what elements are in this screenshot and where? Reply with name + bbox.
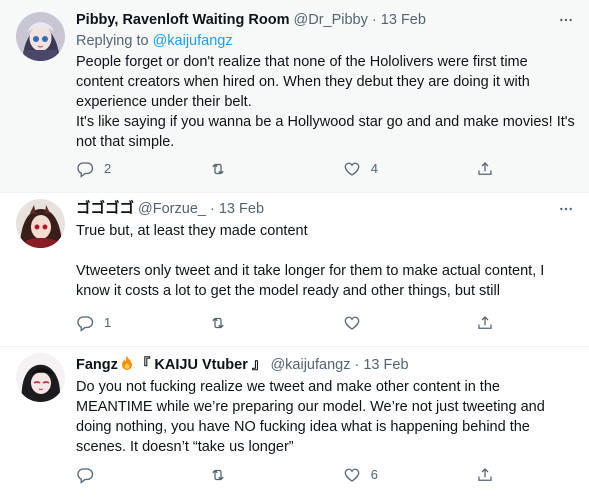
separator-dot: ·: [209, 201, 215, 217]
reply-icon: [77, 468, 94, 484]
tweet-date[interactable]: 13 Feb: [381, 12, 426, 28]
reply-icon: [77, 316, 94, 332]
reply-button[interactable]: 1: [76, 313, 209, 333]
like-button[interactable]: 4: [343, 159, 476, 179]
reply-icon: [77, 162, 94, 178]
tweet[interactable]: Pibby, Ravenloft Waiting Room @Dr_Pibby …: [0, 0, 589, 193]
like-button[interactable]: 6: [343, 465, 476, 485]
replying-to: Replying to @kaijufangz: [76, 31, 579, 51]
tweet-text: Do you not fucking realize we tweet and …: [76, 379, 545, 455]
user-handle[interactable]: @Forzue_: [138, 201, 206, 217]
avatar[interactable]: [16, 353, 65, 402]
display-name-suffix: 『 KAIJU Vtuber 』: [135, 357, 267, 373]
retweet-button[interactable]: [209, 313, 342, 333]
tweet[interactable]: Fangz 『 KAIJU Vtuber 』 @kaijufangz · 13 F…: [0, 347, 589, 502]
reply-button[interactable]: [76, 465, 209, 485]
display-name[interactable]: Pibby, Ravenloft Waiting Room: [76, 12, 289, 28]
share-button[interactable]: [476, 313, 506, 333]
tweet-actions: 2 4: [76, 159, 506, 179]
like-count: 4: [370, 161, 378, 176]
like-icon: [344, 162, 360, 176]
like-icon: [344, 468, 360, 482]
like-count: 6: [370, 467, 378, 482]
retweet-button[interactable]: [209, 465, 342, 485]
more-icon[interactable]: [557, 200, 575, 218]
user-handle[interactable]: @Dr_Pibby: [294, 12, 368, 28]
display-name[interactable]: Fangz 『 KAIJU Vtuber 』: [76, 356, 267, 373]
retweet-button[interactable]: [209, 159, 342, 179]
share-icon: [478, 316, 492, 329]
reply-count: 2: [104, 161, 112, 176]
share-button[interactable]: [476, 465, 506, 485]
fire-emoji-icon: [121, 356, 132, 370]
reply-count: 1: [104, 315, 112, 330]
user-handle[interactable]: @kaijufangz: [270, 357, 350, 373]
display-name-prefix: Fangz: [76, 357, 118, 373]
avatar[interactable]: [16, 12, 65, 61]
tweet-actions: 1: [76, 313, 506, 333]
mention-link[interactable]: @kaijufangz: [153, 33, 233, 49]
share-icon: [478, 468, 492, 481]
retweet-icon: [212, 317, 225, 329]
share-icon: [478, 162, 492, 175]
tweet-actions: 6: [76, 465, 506, 485]
tweet-date[interactable]: 13 Feb: [363, 357, 408, 373]
separator-dot: ·: [354, 357, 360, 373]
like-icon: [344, 316, 360, 330]
like-button[interactable]: [343, 313, 476, 333]
tweet-text: People forget or don't realize that none…: [76, 54, 575, 150]
tweet-date[interactable]: 13 Feb: [219, 201, 264, 217]
retweet-icon: [212, 163, 225, 175]
replying-prefix: Replying to: [76, 33, 153, 49]
retweet-icon: [212, 469, 225, 481]
separator-dot: ·: [371, 12, 377, 28]
more-icon[interactable]: [557, 11, 575, 29]
share-button[interactable]: [476, 159, 506, 179]
reply-button[interactable]: 2: [76, 159, 209, 179]
display-name[interactable]: ゴゴゴゴ: [76, 201, 134, 217]
tweet-text: True but, at least they made content Vtw…: [76, 223, 545, 299]
avatar[interactable]: [16, 199, 65, 248]
tweet[interactable]: ゴゴゴゴ @Forzue_ · 13 Feb True but, at leas…: [0, 193, 589, 347]
